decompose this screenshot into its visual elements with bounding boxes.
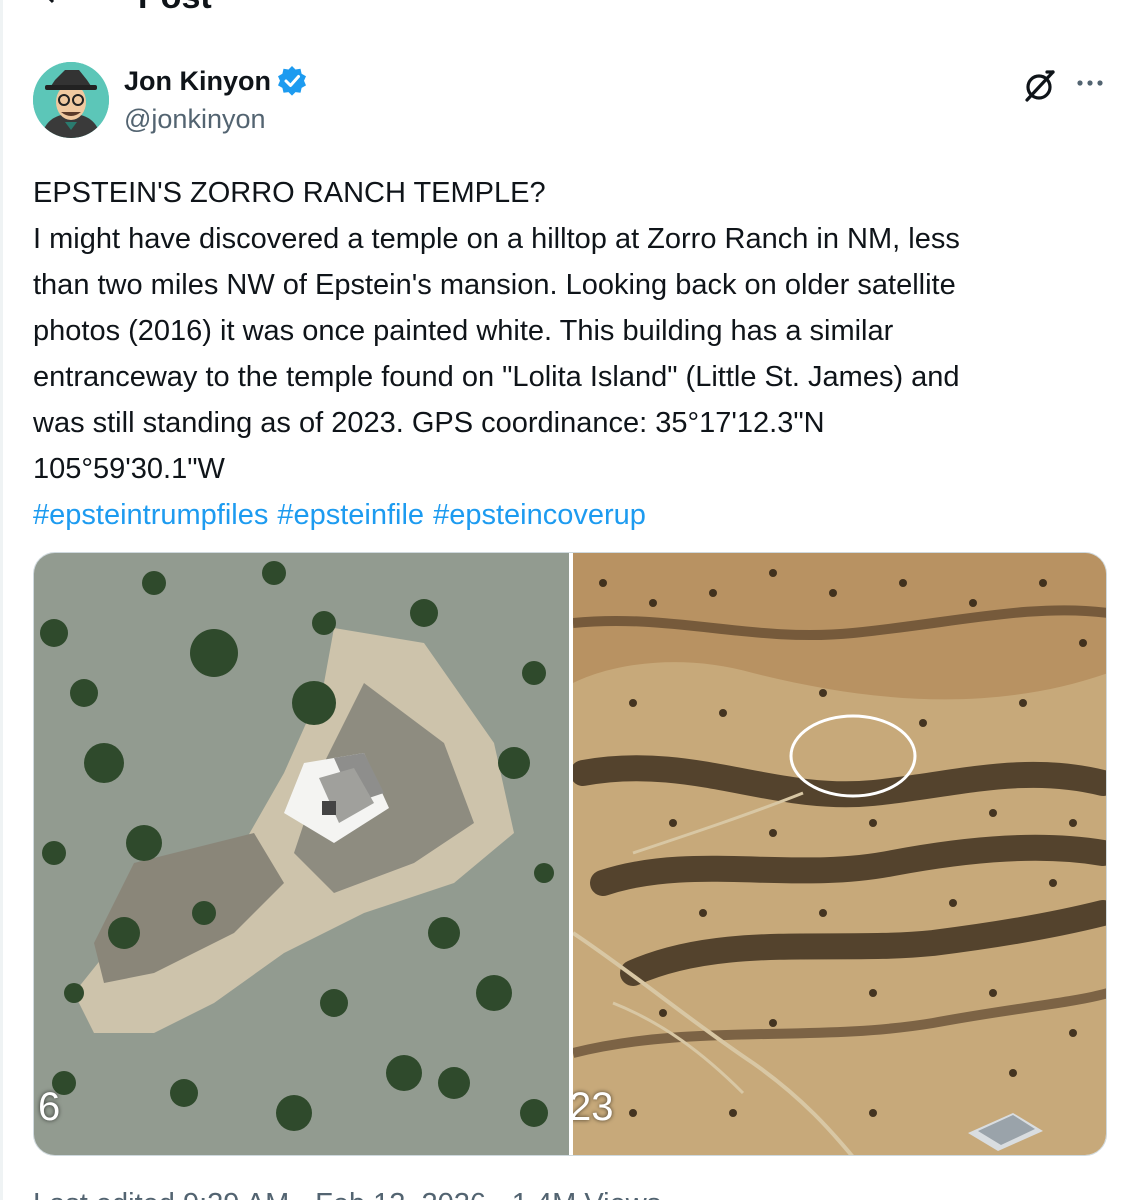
image-year-label: 6 <box>38 1085 61 1129</box>
media-grid: 6 23 <box>33 552 1107 1156</box>
page-title: Post <box>138 0 212 14</box>
image-year-label: 23 <box>573 1085 614 1129</box>
tweet-line: entranceway to the temple found on "Loli… <box>33 361 960 393</box>
author-name[interactable]: Jon Kinyon <box>124 65 271 97</box>
grok-icon[interactable] <box>1020 67 1058 105</box>
column-border <box>0 0 3 1200</box>
post-page: Post Jon Kinyon @jonkinyon EPSTEIN'S ZOR <box>0 0 1130 1200</box>
satellite-image-2016[interactable]: 6 <box>34 553 569 1155</box>
avatar[interactable] <box>33 62 109 138</box>
tweet-line: 105°59'30.1"W <box>33 453 225 485</box>
hashtag-link[interactable]: #epsteinfile <box>277 499 424 531</box>
page-header: Post <box>0 0 1130 14</box>
tweet-line: EPSTEIN'S ZORRO RANCH TEMPLE? <box>33 177 546 209</box>
tweet-line: was still standing as of 2023. GPS coord… <box>33 407 825 439</box>
more-horizontal-icon[interactable] <box>1074 67 1106 99</box>
author-handle[interactable]: @jonkinyon <box>124 103 266 135</box>
verified-badge-icon <box>278 66 306 96</box>
tweet-line: I might have discovered a temple on a hi… <box>33 223 960 255</box>
tweet-text: EPSTEIN'S ZORRO RANCH TEMPLE? I might ha… <box>33 170 1113 538</box>
post-metadata: Last edited 9:29 AM · Feb 12, 2026 · 1.4… <box>33 1187 661 1200</box>
tweet-line: photos (2016) it was once painted white.… <box>33 315 894 347</box>
hashtag-link[interactable]: #epsteincoverup <box>433 499 646 531</box>
arrow-left-icon[interactable] <box>40 0 68 8</box>
tweet-line: than two miles NW of Epstein's mansion. … <box>33 269 956 301</box>
hashtag-list: #epsteintrumpfiles #epsteinfile #epsteinco… <box>33 492 1113 538</box>
satellite-image-2023[interactable]: 23 <box>573 553 1106 1155</box>
hashtag-link[interactable]: #epsteintrumpfiles <box>33 499 268 531</box>
